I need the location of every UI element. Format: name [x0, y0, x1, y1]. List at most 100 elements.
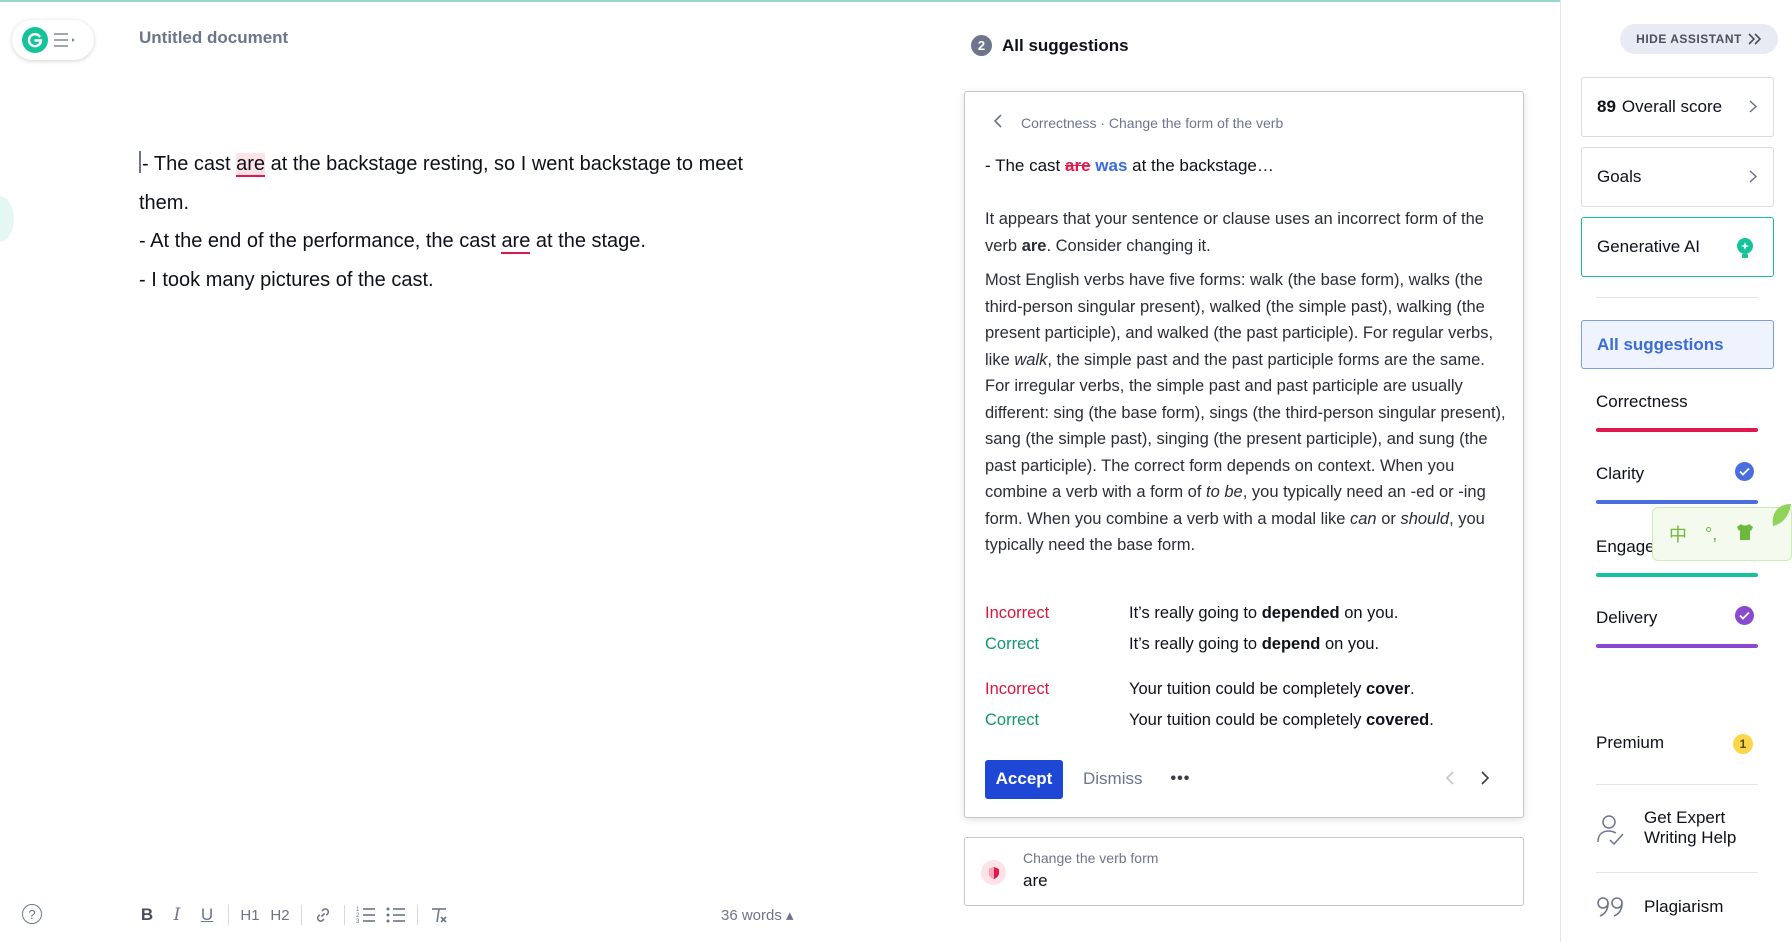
explanation: It appears that your sentence or clause …: [985, 206, 1510, 567]
text-run: on you.: [1320, 635, 1380, 653]
word-count[interactable]: 36 words ▴: [721, 906, 794, 924]
example-row: Incorrect It’s really going to depended …: [985, 598, 1510, 629]
hide-assistant-button[interactable]: HIDE ASSISTANT: [1620, 24, 1778, 54]
paragraph-2: - At the end of the performance, the cas…: [139, 222, 819, 261]
clear-formatting-icon[interactable]: [424, 900, 454, 930]
example-row: Correct Your tuition could be completely…: [985, 705, 1510, 736]
text-run: , the simple past and the past participl…: [985, 350, 1506, 502]
example-label: Incorrect: [985, 604, 1050, 622]
toolbar-divider: [417, 905, 418, 925]
sidebar-divider: [1596, 297, 1758, 298]
grammarly-menu-button[interactable]: [12, 20, 94, 60]
document-body[interactable]: - The cast are at the backstage resting,…: [139, 145, 819, 299]
toolbar-divider: [301, 905, 302, 925]
category-correctness[interactable]: Correctness: [1596, 392, 1758, 432]
correctness-shield-icon: [981, 860, 1006, 885]
category-bar: [1596, 500, 1758, 504]
accept-button[interactable]: Accept: [985, 759, 1063, 799]
lightbulb-icon: [1735, 237, 1755, 264]
example-text: Your tuition could be completely covered…: [1129, 711, 1434, 730]
heading2-button[interactable]: H2: [265, 900, 295, 930]
suggestions-title: All suggestions: [1002, 35, 1129, 55]
category-clarity[interactable]: Clarity: [1596, 462, 1758, 504]
sidebar-divider: [1596, 784, 1758, 785]
suggestion-category: Correctness · Change the form of the ver…: [1021, 114, 1284, 131]
goals-button[interactable]: Goals: [1581, 147, 1774, 207]
explanation-paragraph-1: It appears that your sentence or clause …: [985, 206, 1510, 259]
expert-help-button[interactable]: Get Expert Writing Help: [1596, 808, 1766, 854]
text-run: - At the end of the performance, the cas…: [139, 230, 502, 252]
toolbar-divider: [228, 905, 229, 925]
chevron-right-icon: [1749, 167, 1758, 188]
text-run: .: [1410, 680, 1415, 698]
link-icon[interactable]: [308, 900, 338, 930]
collapsed-suggestion-word: are: [1023, 871, 1048, 890]
example-label: Correct: [985, 711, 1040, 729]
bold-term: depended: [1261, 604, 1340, 622]
example-row: Incorrect Your tuition could be complete…: [985, 674, 1510, 705]
quote-icon: [1596, 893, 1626, 926]
toolbar-divider: [344, 905, 345, 925]
bullet-list-icon[interactable]: [381, 900, 411, 930]
flagged-word[interactable]: are: [501, 230, 531, 254]
help-icon[interactable]: ?: [22, 904, 42, 924]
heading1-button[interactable]: H1: [235, 900, 265, 930]
preview-text: at the backstage…: [1127, 156, 1274, 175]
text-run: them.: [139, 191, 190, 214]
italic-term: to be: [1206, 483, 1243, 501]
all-suggestions-tab[interactable]: All suggestions: [1581, 320, 1774, 369]
formatting-toolbar: ? B I U H1 H2 123 36 words ▴: [18, 900, 808, 930]
card-header: Correctness · Change the form of the ver…: [993, 112, 1283, 133]
ime-toolbar[interactable]: 中 °,: [1652, 504, 1792, 561]
more-options-button[interactable]: •••: [1171, 770, 1191, 788]
bold-term: depend: [1261, 635, 1321, 653]
expert-person-icon: [1596, 814, 1626, 851]
back-chevron-icon[interactable]: [993, 112, 1003, 133]
deleted-word: are: [1065, 156, 1091, 175]
example-text: It’s really going to depend on you.: [1129, 635, 1379, 654]
collapsed-suggestion-card[interactable]: Change the verb form are: [964, 837, 1524, 906]
ime-chinese-mode[interactable]: 中: [1669, 521, 1687, 547]
svg-text:3: 3: [356, 919, 360, 924]
ime-punctuation[interactable]: °,: [1705, 524, 1717, 545]
example-row: Correct It’s really going to depend on y…: [985, 629, 1510, 660]
category-label: Clarity: [1596, 464, 1645, 483]
sidebar-divider: [1596, 872, 1758, 873]
check-icon: [1735, 462, 1754, 481]
preview-text: - The cast: [985, 156, 1065, 175]
category-bar: [1596, 428, 1758, 432]
assistant-sidebar: HIDE ASSISTANT 89 Overall score Goals Ge…: [1560, 0, 1792, 942]
italic-term: should: [1400, 509, 1450, 528]
italic-button[interactable]: I: [162, 900, 192, 930]
example-label: Incorrect: [985, 680, 1050, 698]
category-delivery[interactable]: Delivery: [1596, 606, 1758, 648]
overall-score-label: Overall score: [1621, 97, 1723, 116]
previous-suggestion-icon[interactable]: [1445, 769, 1455, 790]
suggestion-card: Correctness · Change the form of the ver…: [964, 91, 1524, 818]
top-accent-line: [0, 0, 1792, 2]
italic-term: can: [1350, 509, 1377, 528]
card-actions: Accept Dismiss •••: [985, 759, 1510, 799]
generative-ai-button[interactable]: Generative AI: [1581, 217, 1774, 277]
bold-button[interactable]: B: [132, 900, 162, 930]
hamburger-menu-icon: [54, 32, 76, 48]
text-run: at the stage.: [530, 230, 646, 252]
text-cursor: [139, 151, 141, 173]
flagged-word-active[interactable]: are: [236, 153, 266, 177]
suggestion-preview[interactable]: - The cast are was at the backstage…: [985, 156, 1274, 176]
document-title[interactable]: Untitled document: [139, 28, 288, 48]
examples: Incorrect It’s really going to depended …: [985, 598, 1510, 736]
underline-button[interactable]: U: [192, 900, 222, 930]
overall-score-button[interactable]: 89 Overall score: [1581, 77, 1774, 137]
text-run: . Consider changing it.: [1046, 236, 1211, 255]
side-widget-handle[interactable]: [0, 196, 14, 242]
example-label: Correct: [985, 635, 1040, 653]
goals-label: Goals: [1597, 167, 1642, 186]
example-text: It’s really going to depended on you.: [1129, 604, 1398, 623]
numbered-list-icon[interactable]: 123: [351, 900, 381, 930]
dismiss-button[interactable]: Dismiss: [1083, 769, 1143, 789]
ime-skin-icon[interactable]: [1735, 523, 1755, 546]
next-suggestion-icon[interactable]: [1480, 769, 1490, 790]
premium-section[interactable]: Premium 1: [1596, 733, 1758, 754]
chevron-right-icon: [1749, 97, 1758, 118]
